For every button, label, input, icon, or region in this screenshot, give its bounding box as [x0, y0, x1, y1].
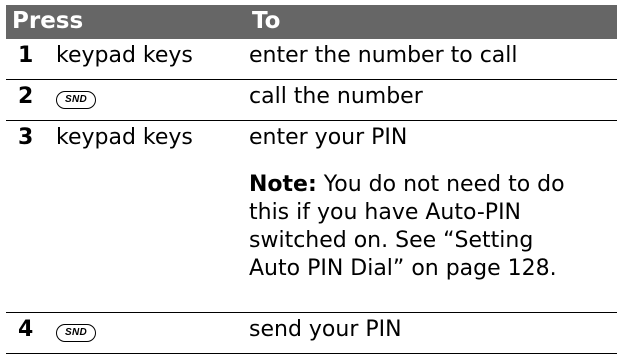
column-header-press: Press	[12, 8, 84, 34]
action-cell: enter the number to call	[249, 43, 518, 68]
action-cell: send your PIN	[249, 317, 402, 342]
send-key-icon: SND	[56, 324, 96, 342]
table-row: 4 SND send your PIN	[6, 313, 617, 354]
note-paragraph: Note: You do not need to do this if you …	[249, 171, 584, 283]
send-key-icon: SND	[56, 91, 96, 109]
step-number: 3	[18, 125, 34, 150]
table-row: 3 keypad keys enter your PIN Note: You d…	[6, 121, 617, 313]
table-row: 2 SND call the number	[6, 80, 617, 121]
press-cell: keypad keys	[56, 43, 193, 68]
instruction-table: Press To 1 keypad keys enter the number …	[6, 5, 617, 354]
step-number: 4	[18, 317, 34, 342]
action-cell: enter your PIN	[249, 125, 408, 150]
step-number: 2	[18, 84, 34, 109]
action-cell: call the number	[249, 84, 423, 109]
press-cell: keypad keys	[56, 125, 193, 150]
table-row: 1 keypad keys enter the number to call	[6, 39, 617, 80]
column-header-to: To	[252, 8, 281, 34]
step-number: 1	[18, 43, 34, 68]
note-label: Note:	[249, 172, 317, 197]
table-header: Press To	[6, 5, 617, 39]
